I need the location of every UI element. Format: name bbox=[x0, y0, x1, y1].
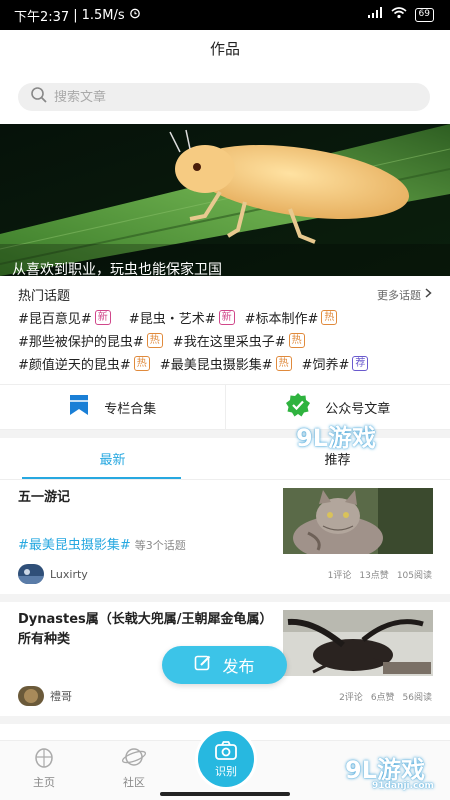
publish-button[interactable]: 发布 bbox=[162, 646, 287, 684]
search-bar[interactable] bbox=[18, 83, 430, 111]
topic-chip[interactable]: #昆百意见# 新 bbox=[18, 308, 111, 327]
column-buttons: 专栏合集 公众号文章 bbox=[0, 384, 450, 430]
watermark-url: 91danji.com bbox=[372, 781, 434, 791]
author-name: 禮哥 bbox=[50, 690, 72, 703]
hot-topics-header: 热门话题 更多话题 bbox=[18, 285, 432, 304]
topic-chip[interactable]: #最美昆虫摄影集# 热 bbox=[160, 354, 292, 373]
hot-tag: 热 bbox=[146, 333, 163, 348]
article-stats: 1评论 13点赞 105阅读 bbox=[328, 568, 432, 581]
author-name: Luxirty bbox=[50, 567, 88, 581]
battery-indicator: 69 bbox=[414, 8, 434, 22]
read-count: 105阅读 bbox=[396, 571, 432, 581]
hot-tag: 热 bbox=[133, 356, 150, 371]
page-title: 作品 bbox=[209, 40, 240, 58]
beetle-photo-image bbox=[283, 610, 433, 676]
tab-latest[interactable]: 最新 bbox=[0, 438, 225, 479]
nav-community[interactable]: 社区 bbox=[112, 745, 156, 790]
topic-chip[interactable]: #我在这里采虫子# 热 bbox=[173, 331, 305, 350]
edit-icon bbox=[194, 654, 212, 676]
topic-chip[interactable]: #饲养# 荐 bbox=[302, 354, 369, 373]
search-icon bbox=[30, 86, 48, 108]
recommend-tag: 荐 bbox=[352, 356, 369, 371]
featured-banner[interactable]: 从喜欢到职业，玩虫也能保家卫国 bbox=[0, 124, 450, 276]
topic-chip[interactable]: #标本制作# 热 bbox=[245, 308, 338, 327]
home-indicator bbox=[160, 792, 290, 796]
nav-home[interactable]: 主页 bbox=[22, 745, 66, 790]
works-sheet: 作品 搜索文章 从喜欢到职业，玩虫也能保家卫国 热门话题 更多话题 #昆百意见#… bbox=[0, 30, 450, 800]
card-divider bbox=[0, 716, 450, 724]
signal-icon bbox=[367, 7, 383, 23]
article-topic-link[interactable]: #最美昆虫摄影集# bbox=[18, 538, 131, 553]
planet-icon bbox=[121, 745, 147, 772]
new-tag: 新 bbox=[218, 310, 235, 325]
cat-photo-image bbox=[283, 488, 433, 554]
topic-chip[interactable]: #颜值逆天的昆虫# 热 bbox=[18, 354, 150, 373]
nav-identify[interactable]: 识别 bbox=[195, 728, 257, 790]
wifi-icon bbox=[391, 7, 407, 23]
article-author[interactable]: Luxirty bbox=[18, 564, 88, 584]
bookmark-icon bbox=[68, 393, 90, 421]
article-stats: 2评论 6点赞 56阅读 bbox=[339, 690, 432, 703]
topic-chip[interactable]: #昆虫・艺术# 新 bbox=[129, 308, 235, 327]
feed-tabs: 最新 推荐 bbox=[0, 438, 450, 480]
status-speed: 1.5M/s bbox=[81, 7, 125, 23]
article-thumbnail bbox=[283, 610, 433, 676]
article-card[interactable]: 五一游记 #最美昆虫摄影集# 等3个话题 Luxirty 1评论 13点赞 10… bbox=[0, 480, 450, 602]
like-count: 13点赞 bbox=[359, 571, 389, 581]
article-title: 五一游记 bbox=[18, 490, 71, 505]
read-count: 56阅读 bbox=[402, 693, 432, 703]
special-column-button[interactable]: 专栏合集 bbox=[0, 385, 225, 429]
article-author[interactable]: 禮哥 bbox=[18, 686, 72, 706]
avatar bbox=[18, 564, 44, 584]
home-bug-icon bbox=[32, 745, 56, 772]
topic-chip[interactable]: #那些被保护的昆虫# 热 bbox=[18, 331, 163, 350]
chevron-right-icon bbox=[425, 288, 432, 301]
watermark-logo: 9L游戏 bbox=[296, 424, 376, 452]
article-thumbnail bbox=[283, 488, 433, 554]
banner-insect-image bbox=[0, 124, 450, 276]
alarm-icon bbox=[129, 7, 141, 23]
topic-row-2: #那些被保护的昆虫# 热 #我在这里采虫子# 热 bbox=[18, 331, 305, 350]
status-bar: 下午2:37 | 1.5M/s 69 bbox=[0, 0, 450, 30]
banner-caption: 从喜欢到职业，玩虫也能保家卫国 bbox=[12, 262, 222, 276]
card-divider bbox=[0, 594, 450, 602]
article-topics: #最美昆虫摄影集# 等3个话题 bbox=[18, 538, 186, 553]
watermark-logo: 9L游戏 bbox=[345, 756, 425, 784]
hot-tag: 热 bbox=[275, 356, 292, 371]
camera-icon bbox=[214, 740, 238, 763]
article-title: Dynastes属（长戟大兜属/王朝犀金龟属）所有种类 bbox=[18, 612, 267, 647]
comment-count: 1评论 bbox=[327, 571, 352, 581]
search-input[interactable] bbox=[54, 89, 374, 105]
avatar bbox=[18, 686, 44, 706]
hot-tag: 热 bbox=[288, 333, 305, 348]
comment-count: 2评论 bbox=[339, 693, 363, 703]
like-count: 6点赞 bbox=[370, 693, 395, 703]
new-tag: 新 bbox=[94, 310, 111, 325]
hot-topics-title: 热门话题 bbox=[18, 289, 71, 304]
hot-tag: 热 bbox=[321, 310, 338, 325]
topic-row-1: #昆百意见# 新 #昆虫・艺术# 新 #标本制作# 热 bbox=[18, 308, 338, 327]
more-topics-link[interactable]: 更多话题 bbox=[377, 287, 432, 303]
status-time: 下午2:37 bbox=[14, 9, 70, 25]
topic-row-3: #颜值逆天的昆虫# 热 #最美昆虫摄影集# 热 #饲养# 荐 bbox=[18, 354, 369, 373]
section-divider bbox=[0, 430, 450, 438]
